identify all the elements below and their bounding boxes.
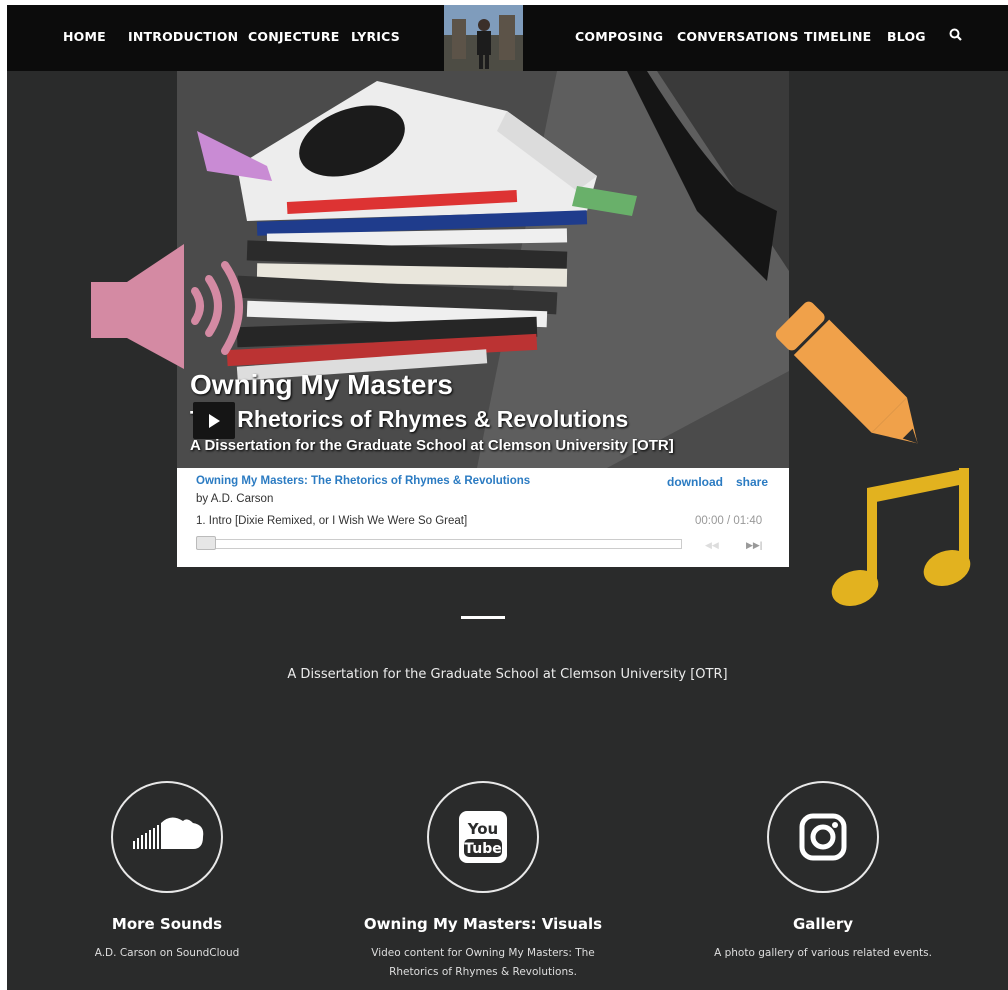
share-link[interactable]: share [736,475,768,489]
play-button[interactable] [193,402,235,439]
hero-subtitle: The Rhetorics of Rhymes & Revolutions [190,406,629,432]
next-track-icon[interactable]: ▶▶| [746,540,762,551]
nav-home[interactable]: HOME [63,29,106,44]
progress-bar[interactable] [196,539,682,549]
youtube-icon: You Tube [459,811,507,863]
feature-description: Video content for Owning My Masters: The… [371,947,595,978]
page: HOME INTRODUCTION CONJECTURE LYRICS COMP… [7,5,1008,990]
speaker-icon [91,244,243,369]
logo-photo [444,5,523,71]
music-note-icon [831,468,971,606]
album-cover: Owning My Masters The Rhetorics of Rhyme… [177,71,789,468]
tagline: A Dissertation for the Graduate School a… [287,667,728,682]
download-link[interactable]: download [667,475,723,489]
player-artist: by A.D. Carson [196,493,274,505]
player-track-title: 1. Intro [Dixie Remixed, or I Wish We We… [196,515,468,527]
youtube-link[interactable]: You Tube [427,781,539,893]
feature-title[interactable]: Gallery [663,915,983,933]
instagram-link[interactable] [767,781,879,893]
soundcloud-link[interactable] [111,781,223,893]
top-nav: HOME INTRODUCTION CONJECTURE LYRICS COMP… [7,5,1008,71]
nav-lyrics[interactable]: LYRICS [351,29,400,44]
nav-blog[interactable]: BLOG [887,29,926,44]
feature-visuals: You Tube Owning My Masters: Visuals Vide… [323,781,643,978]
svg-text:Tube: Tube [464,841,502,857]
pencil-icon [775,301,918,444]
hero-subtitle-2: A Dissertation for the Graduate School a… [190,437,674,454]
feature-gallery: Gallery A photo gallery of various relat… [663,781,983,959]
audio-player: Owning My Masters: The Rhetorics of Rhym… [177,468,789,567]
progress-handle[interactable] [196,536,216,550]
player-time: 00:00 / 01:40 [695,515,763,527]
svg-text:You: You [467,820,498,838]
site-logo[interactable] [444,5,523,71]
feature-title[interactable]: Owning My Masters: Visuals [323,915,643,933]
search-icon[interactable] [948,27,964,43]
nav-introduction[interactable]: INTRODUCTION [128,29,238,44]
nav-composing[interactable]: COMPOSING [575,29,663,44]
player-album-title[interactable]: Owning My Masters: The Rhetorics of Rhym… [196,475,530,487]
nav-timeline[interactable]: TIMELINE [804,29,871,44]
previous-track-icon[interactable]: ◀◀ [705,540,719,551]
section-divider [461,616,505,619]
nav-conversations[interactable]: CONVERSATIONS [677,29,799,44]
nav-conjecture[interactable]: CONJECTURE [248,29,339,44]
feature-title[interactable]: More Sounds [7,915,327,933]
feature-description: A.D. Carson on SoundCloud [94,947,240,959]
feature-more-sounds: More Sounds A.D. Carson on SoundCloud [7,781,327,959]
instagram-icon [799,813,847,861]
hero-title: Owning My Masters [190,369,453,400]
soundcloud-icon [133,817,204,849]
feature-description: A photo gallery of various related event… [714,947,932,959]
